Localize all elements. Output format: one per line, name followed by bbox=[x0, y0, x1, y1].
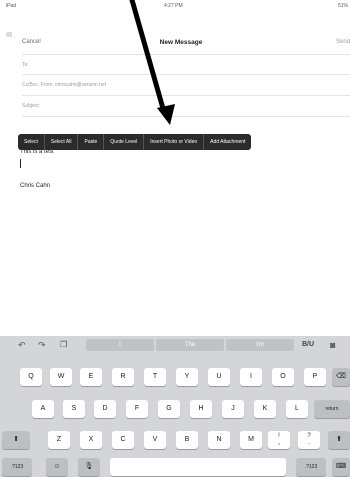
key-period-bottom: . bbox=[308, 439, 310, 446]
prediction-2[interactable]: The bbox=[156, 339, 224, 351]
microphone-icon: 🎙 bbox=[84, 463, 94, 470]
key-d[interactable]: D bbox=[94, 400, 116, 418]
prediction-1[interactable]: I bbox=[86, 339, 154, 351]
undo-icon[interactable]: ↶ bbox=[18, 340, 26, 350]
shift-key[interactable]: ⬆ bbox=[2, 431, 30, 449]
emoji-icon: ☺ bbox=[53, 463, 61, 470]
delete-icon: ⌫ bbox=[336, 373, 346, 380]
key-s[interactable]: S bbox=[63, 400, 85, 418]
return-key[interactable]: return bbox=[314, 400, 350, 418]
key-i[interactable]: I bbox=[240, 368, 262, 386]
camera-icon[interactable]: ◙ bbox=[330, 340, 335, 350]
numbers-key-right[interactable]: .?123 bbox=[296, 458, 326, 476]
shift-key-right[interactable]: ⬆ bbox=[328, 431, 350, 449]
key-q[interactable]: Q bbox=[20, 368, 42, 386]
key-c[interactable]: C bbox=[112, 431, 134, 449]
key-comma[interactable]: ! , bbox=[268, 431, 290, 449]
redo-icon[interactable]: ↷ bbox=[38, 340, 46, 350]
keyboard-shortcut-bar: ↶ ↷ ❐ I The I'm B/U ◙ bbox=[0, 336, 350, 354]
format-button[interactable]: B/U bbox=[302, 341, 314, 348]
shift-icon: ⬆ bbox=[13, 436, 19, 443]
key-e[interactable]: E bbox=[80, 368, 102, 386]
numbers-key-left[interactable]: .?123 bbox=[2, 458, 32, 476]
space-bar[interactable] bbox=[110, 458, 286, 476]
keyboard-dismiss-key[interactable]: ⌨ bbox=[332, 458, 350, 476]
key-f[interactable]: F bbox=[126, 400, 148, 418]
key-n[interactable]: N bbox=[208, 431, 230, 449]
key-y[interactable]: Y bbox=[176, 368, 198, 386]
key-o[interactable]: O bbox=[272, 368, 294, 386]
keyboard-icon: ⌨ bbox=[335, 463, 347, 470]
key-comma-bottom: , bbox=[278, 439, 280, 446]
emoji-key[interactable]: ☺ bbox=[46, 458, 68, 476]
key-h[interactable]: H bbox=[190, 400, 212, 418]
paste-icon[interactable]: ❐ bbox=[60, 340, 67, 350]
key-u[interactable]: U bbox=[208, 368, 230, 386]
key-k[interactable]: K bbox=[254, 400, 276, 418]
key-l[interactable]: L bbox=[286, 400, 308, 418]
shift-icon: ⬆ bbox=[336, 436, 342, 443]
key-j[interactable]: J bbox=[222, 400, 244, 418]
key-v[interactable]: V bbox=[144, 431, 166, 449]
key-g[interactable]: G bbox=[158, 400, 180, 418]
key-x[interactable]: X bbox=[80, 431, 102, 449]
key-m[interactable]: M bbox=[240, 431, 262, 449]
keyboard: ↶ ↷ ❐ I The I'm B/U ◙ Q W E R T Y U I O … bbox=[0, 336, 350, 477]
key-p[interactable]: P bbox=[304, 368, 326, 386]
key-r[interactable]: R bbox=[112, 368, 134, 386]
key-a[interactable]: A bbox=[32, 400, 54, 418]
prediction-3[interactable]: I'm bbox=[226, 339, 294, 351]
delete-key[interactable]: ⌫ bbox=[332, 368, 350, 386]
key-z[interactable]: Z bbox=[48, 431, 70, 449]
key-w[interactable]: W bbox=[50, 368, 72, 386]
key-period[interactable]: ? . bbox=[298, 431, 320, 449]
key-b[interactable]: B bbox=[176, 431, 198, 449]
key-t[interactable]: T bbox=[144, 368, 166, 386]
dictation-key[interactable]: 🎙 bbox=[78, 458, 100, 476]
